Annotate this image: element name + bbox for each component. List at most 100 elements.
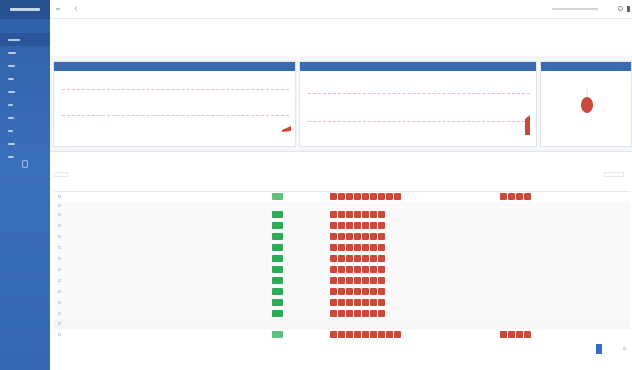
result-chip[interactable]: [338, 299, 345, 306]
result-chip[interactable]: [354, 310, 361, 317]
row-checkbox[interactable]: [58, 289, 61, 293]
table-row[interactable]: [54, 286, 630, 297]
column-header[interactable]: [326, 181, 496, 192]
result-chip[interactable]: [338, 233, 345, 240]
result-chip[interactable]: [338, 310, 345, 317]
result-chip[interactable]: [394, 331, 401, 338]
sidebar-item[interactable]: [0, 85, 50, 98]
status-badge[interactable]: [272, 255, 283, 262]
result-chip[interactable]: [346, 331, 353, 338]
result-chip[interactable]: [378, 277, 385, 284]
row-checkbox[interactable]: [58, 203, 61, 207]
row-checkbox[interactable]: [58, 212, 61, 216]
result-chip[interactable]: [500, 193, 507, 201]
row-checkbox[interactable]: [58, 194, 61, 198]
result-chip[interactable]: [346, 193, 353, 201]
row-select[interactable]: [54, 209, 74, 220]
result-chip[interactable]: [346, 233, 353, 240]
page-size-select[interactable]: [604, 172, 624, 177]
result-chip[interactable]: [338, 277, 345, 284]
result-chip[interactable]: [362, 299, 369, 306]
result-chip[interactable]: [508, 331, 515, 338]
table-row[interactable]: [54, 297, 630, 308]
result-chip[interactable]: [378, 222, 385, 229]
result-chip[interactable]: [330, 277, 337, 284]
menu-icon[interactable]: [56, 8, 60, 10]
user-info[interactable]: [552, 8, 598, 10]
row-checkbox[interactable]: [58, 245, 61, 249]
result-chip[interactable]: [346, 211, 353, 218]
table-row[interactable]: [54, 329, 630, 340]
row-select[interactable]: [54, 202, 74, 209]
status-badge[interactable]: [272, 222, 283, 229]
row-select[interactable]: [54, 264, 74, 275]
table-row[interactable]: [54, 275, 630, 286]
column-header[interactable]: [296, 181, 326, 192]
sidebar-item[interactable]: [0, 72, 50, 85]
table-row[interactable]: [54, 264, 630, 275]
row-select[interactable]: [54, 319, 74, 329]
table-row[interactable]: [54, 209, 630, 220]
result-chip[interactable]: [362, 222, 369, 229]
more-icon[interactable]: [627, 6, 630, 12]
result-chip[interactable]: [362, 233, 369, 240]
result-chip[interactable]: [516, 193, 523, 201]
row-select[interactable]: [54, 220, 74, 231]
result-chip[interactable]: [370, 244, 377, 251]
result-chip[interactable]: [362, 310, 369, 317]
result-chip[interactable]: [362, 211, 369, 218]
sidebar-item[interactable]: [0, 59, 50, 72]
sidebar-item[interactable]: [0, 98, 50, 111]
result-chip[interactable]: [362, 331, 369, 338]
row-checkbox[interactable]: [58, 267, 61, 271]
search-input[interactable]: [54, 172, 68, 177]
result-chip[interactable]: [338, 255, 345, 262]
result-chip[interactable]: [330, 310, 337, 317]
result-chip[interactable]: [378, 299, 385, 306]
row-checkbox[interactable]: [58, 322, 61, 325]
sidebar-item[interactable]: [0, 137, 50, 150]
result-chip[interactable]: [354, 211, 361, 218]
result-chip[interactable]: [354, 244, 361, 251]
result-chip[interactable]: [330, 266, 337, 273]
row-checkbox[interactable]: [58, 311, 61, 315]
column-header[interactable]: [240, 181, 268, 192]
column-header[interactable]: [496, 181, 630, 192]
result-chip[interactable]: [346, 277, 353, 284]
result-chip[interactable]: [508, 193, 515, 201]
result-chip[interactable]: [370, 310, 377, 317]
result-chip[interactable]: [346, 222, 353, 229]
column-header[interactable]: [268, 181, 296, 192]
result-chip[interactable]: [378, 193, 385, 201]
result-chip[interactable]: [370, 331, 377, 338]
result-chip[interactable]: [338, 266, 345, 273]
result-chip[interactable]: [370, 211, 377, 218]
result-chip[interactable]: [330, 211, 337, 218]
result-chip[interactable]: [354, 331, 361, 338]
result-chip[interactable]: [354, 233, 361, 240]
row-select[interactable]: [54, 253, 74, 264]
sidebar-item[interactable]: [0, 124, 50, 137]
table-row[interactable]: [54, 308, 630, 319]
result-chip[interactable]: [338, 288, 345, 295]
brand-logo[interactable]: [0, 0, 50, 19]
result-chip[interactable]: [354, 266, 361, 273]
collapse-icon[interactable]: [22, 160, 28, 168]
result-chip[interactable]: [330, 255, 337, 262]
row-select[interactable]: [54, 191, 74, 202]
result-chip[interactable]: [378, 331, 385, 338]
result-chip[interactable]: [330, 331, 337, 338]
row-select[interactable]: [54, 242, 74, 253]
pagination-next[interactable]: [623, 347, 626, 350]
result-chip[interactable]: [524, 331, 531, 338]
table-row[interactable]: [54, 242, 630, 253]
result-chip[interactable]: [330, 233, 337, 240]
result-chip[interactable]: [378, 233, 385, 240]
row-checkbox[interactable]: [58, 278, 61, 282]
result-chip[interactable]: [338, 331, 345, 338]
result-chip[interactable]: [378, 310, 385, 317]
result-chip[interactable]: [370, 266, 377, 273]
result-chip[interactable]: [354, 222, 361, 229]
result-chip[interactable]: [386, 331, 393, 338]
row-select[interactable]: [54, 275, 74, 286]
